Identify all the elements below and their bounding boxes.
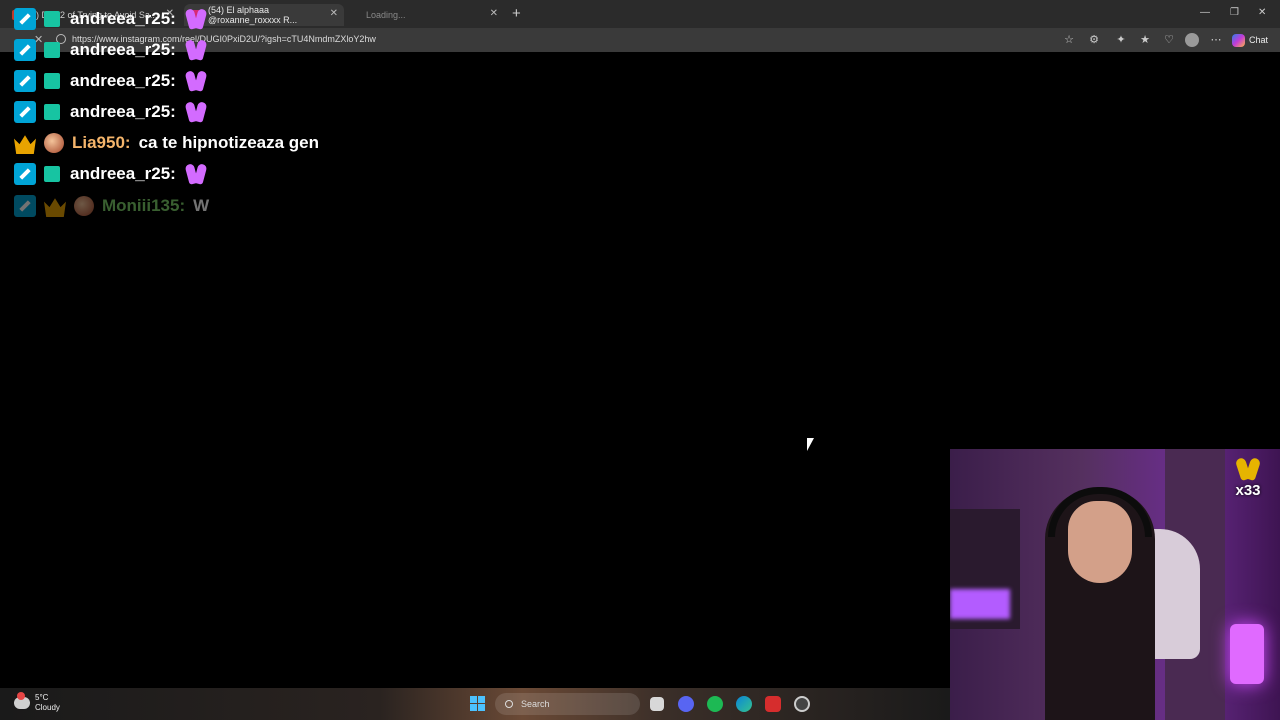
chat-username: Lia950: bbox=[72, 133, 131, 152]
favorites-icon[interactable]: ★ bbox=[1139, 34, 1151, 46]
chat-message: andreea_r25: bbox=[14, 7, 208, 31]
subscriber-badge-icon bbox=[44, 166, 60, 182]
chat-username: andreea_r25: bbox=[70, 102, 176, 121]
subscriber-badge-icon bbox=[44, 73, 60, 89]
chat-username: andreea_r25: bbox=[70, 40, 176, 59]
chat-text: W bbox=[193, 196, 210, 215]
sub-count-overlay: x33 bbox=[1228, 456, 1268, 500]
weather-desc: Cloudy bbox=[35, 703, 60, 712]
chat-username: andreea_r25: bbox=[70, 9, 176, 28]
crown-badge-icon bbox=[14, 135, 36, 154]
chat-label: Chat bbox=[1249, 35, 1269, 45]
chat-message: andreea_r25: bbox=[14, 162, 208, 186]
chat-username: Moniii135: bbox=[102, 196, 186, 215]
chat-username: andreea_r25: bbox=[70, 164, 176, 183]
copilot-icon bbox=[1232, 33, 1245, 47]
user-badge-icon bbox=[74, 196, 94, 216]
mouse-cursor-icon bbox=[807, 438, 814, 451]
minimize-icon[interactable]: — bbox=[1200, 7, 1210, 18]
subscriber-badge-icon bbox=[44, 104, 60, 120]
chat-message: Lia950: ca te hipnotizeaza gen bbox=[14, 131, 319, 155]
edge-icon[interactable] bbox=[736, 696, 752, 712]
search-icon bbox=[505, 700, 513, 708]
subscriber-badge-icon bbox=[44, 42, 60, 58]
health-icon[interactable]: ♡ bbox=[1163, 34, 1175, 46]
chat-message: andreea_r25: bbox=[14, 69, 208, 93]
praying-hands-emote-icon bbox=[184, 162, 208, 186]
cloudy-weather-icon bbox=[14, 692, 30, 709]
praying-hands-emote-icon bbox=[184, 38, 208, 62]
extension-puzzle-icon[interactable]: ✦ bbox=[1115, 34, 1127, 46]
more-menu-icon[interactable]: ⋯ bbox=[1210, 34, 1222, 46]
user-badge-icon bbox=[44, 133, 64, 153]
chat-message: Moniii135: W bbox=[14, 194, 209, 218]
golden-hands-icon bbox=[1233, 456, 1263, 482]
profile-avatar[interactable] bbox=[1185, 33, 1199, 47]
file-explorer-icon[interactable] bbox=[650, 697, 664, 711]
favorite-star-icon[interactable]: ☆ bbox=[1063, 34, 1075, 46]
praying-hands-emote-icon bbox=[184, 69, 208, 93]
chat-text: ca te hipnotizeaza gen bbox=[138, 133, 320, 152]
moderator-badge-icon bbox=[14, 101, 36, 123]
spotify-icon[interactable] bbox=[707, 696, 723, 712]
stream-chat-overlay: andreea_r25: andreea_r25: andreea_r25: a… bbox=[0, 0, 600, 220]
weather-widget[interactable]: 5°C Cloudy bbox=[14, 692, 60, 713]
windows-start-icon[interactable] bbox=[470, 696, 485, 711]
close-window-icon[interactable]: ✕ bbox=[1258, 7, 1266, 18]
maximize-icon[interactable]: ❐ bbox=[1230, 7, 1239, 18]
praying-hands-emote-icon bbox=[184, 100, 208, 124]
moderator-badge-icon bbox=[14, 163, 36, 185]
crown-badge-icon bbox=[44, 198, 66, 217]
sub-count-label: x33 bbox=[1235, 482, 1261, 499]
taskbar-search[interactable]: Search bbox=[495, 693, 640, 715]
praying-hands-emote-icon bbox=[184, 7, 208, 31]
chat-username: andreea_r25: bbox=[70, 71, 176, 90]
chat-message: andreea_r25: bbox=[14, 100, 208, 124]
moderator-badge-icon bbox=[14, 39, 36, 61]
obs-icon[interactable] bbox=[794, 696, 810, 712]
moderator-badge-icon bbox=[14, 70, 36, 92]
chat-message: andreea_r25: bbox=[14, 38, 208, 62]
copilot-chat-button[interactable]: Chat bbox=[1232, 32, 1268, 48]
moderator-badge-icon bbox=[14, 195, 36, 217]
weather-temp: 5°C bbox=[35, 693, 49, 702]
extensions-icon[interactable]: ⚙ bbox=[1088, 34, 1100, 46]
search-label: Search bbox=[521, 699, 550, 709]
discord-icon[interactable] bbox=[678, 696, 694, 712]
moderator-badge-icon bbox=[14, 8, 36, 30]
windows-taskbar: 5°C Cloudy Search bbox=[0, 688, 950, 720]
subscriber-badge-icon bbox=[44, 11, 60, 27]
app-red-icon[interactable] bbox=[765, 696, 781, 712]
